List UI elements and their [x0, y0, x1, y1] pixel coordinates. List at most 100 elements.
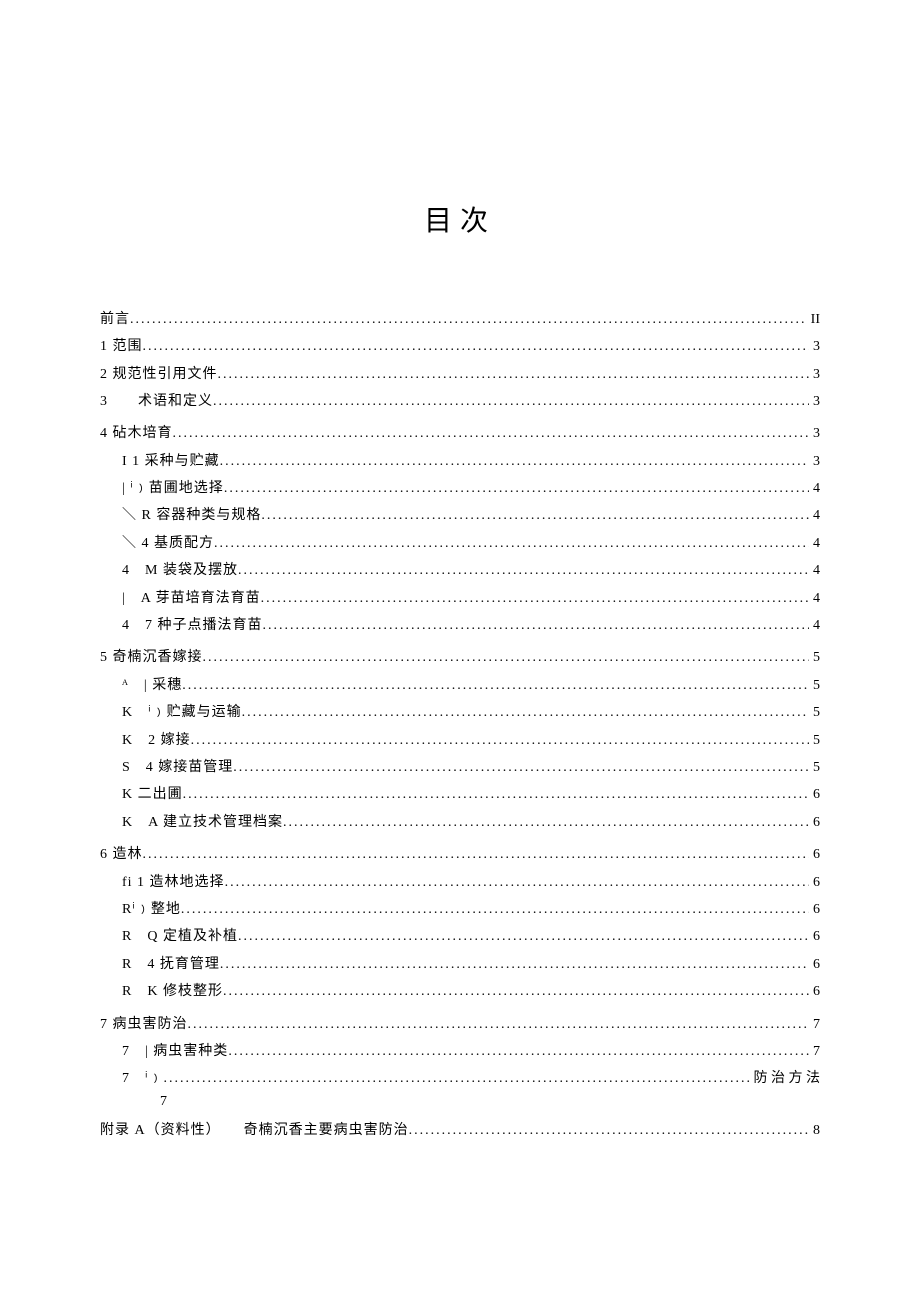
- toc-leader-dots: [183, 784, 809, 806]
- toc-entry: Rⁱ﹚整地 6: [100, 899, 820, 921]
- toc-page-number: 6: [809, 954, 820, 976]
- toc-label: K 二出圃: [122, 784, 183, 806]
- toc-leader-dots: [261, 505, 809, 527]
- toc-leader-dots: [191, 730, 809, 752]
- toc-leader-dots: [224, 478, 809, 500]
- toc-label: S 4 嫁接苗管理: [122, 757, 233, 779]
- toc-page-number: 6: [809, 844, 820, 866]
- toc-page-number: 8: [809, 1120, 820, 1142]
- toc-entry: 6 造林6: [100, 844, 820, 866]
- toc-page-number-below: 7: [100, 1094, 820, 1110]
- toc-leader-dots: [283, 812, 809, 834]
- toc-entry: R Q 定植及补植 6: [100, 926, 820, 948]
- toc-leader-dots: [182, 675, 809, 697]
- toc-label: R Q 定植及补植: [122, 926, 238, 948]
- toc-label: ＼ 4 基质配方: [122, 533, 214, 555]
- toc-label: K ⁱ﹚贮藏与运输: [122, 702, 242, 724]
- toc-label: 4 M 装袋及摆放: [122, 560, 238, 582]
- toc-label: | ⁱ﹚苗圃地选择: [122, 478, 224, 500]
- toc-label: Rⁱ﹚整地: [122, 899, 181, 921]
- toc-label: R 4 抚育管理: [122, 954, 220, 976]
- toc-page-number: 6: [809, 981, 820, 1003]
- toc-label: 4 7 种子点播法育苗: [122, 615, 263, 637]
- toc-entry: K A 建立技术管理档案6: [100, 812, 820, 834]
- toc-page-number: 3: [809, 364, 820, 386]
- toc-leader-dots: [225, 872, 809, 894]
- toc-page: 目次 前言 II 1 范围 3 2 规范性引用文件 3 3 术语和定义 3 4 砧木培育3 I 1…: [0, 0, 920, 1227]
- toc-label: 1 范围: [100, 336, 143, 358]
- toc-page-number: 3: [809, 336, 820, 358]
- toc-page-number: 5: [809, 647, 820, 669]
- toc-page-number: 6: [809, 812, 820, 834]
- toc-label: 7 病虫害防治: [100, 1014, 188, 1036]
- toc-page-number: 5: [809, 675, 820, 697]
- toc-page-number: 5: [809, 702, 820, 724]
- toc-label: 5 奇楠沉香嫁接: [100, 647, 203, 669]
- toc-label: 附录 A（资料性） 奇楠沉香主要病虫害防治: [100, 1120, 409, 1142]
- toc-page-number: 4: [809, 615, 820, 637]
- toc-page-number: 6: [809, 899, 820, 921]
- toc-page-number: 4: [809, 505, 820, 527]
- toc-entry: K 2 嫁接 5: [100, 730, 820, 752]
- toc-leader-dots: [203, 647, 810, 669]
- toc-page-number: 4: [809, 560, 820, 582]
- toc-entry: ᴬ | 采穗5: [100, 675, 820, 697]
- toc-entry: | ⁱ﹚苗圃地选择4: [100, 478, 820, 500]
- toc-entry: R K 修枝整形 6: [100, 981, 820, 1003]
- toc-label: 3 术语和定义: [100, 391, 213, 413]
- toc-page-number: 7: [809, 1014, 820, 1036]
- toc-leader-dots: [220, 451, 809, 473]
- toc-leader-dots: [220, 954, 809, 976]
- toc-page-number: 5: [809, 730, 820, 752]
- toc-label: K 2 嫁接: [122, 730, 191, 752]
- toc-leader-dots: [263, 615, 810, 637]
- toc-leader-dots: [143, 336, 810, 358]
- toc-leader-dots: [130, 309, 807, 331]
- toc-leader-dots: [242, 702, 809, 724]
- toc-entry: 4 砧木培育3: [100, 423, 820, 445]
- toc-page-number: 4: [809, 588, 820, 610]
- toc-leader-dots: [409, 1120, 809, 1142]
- toc-label: I 1 采种与贮藏: [122, 451, 220, 473]
- toc-page-number: 6: [809, 784, 820, 806]
- toc-label: | A 芽苗培育法育苗: [122, 588, 261, 610]
- toc-label: 7 ⁱ﹚: [122, 1068, 164, 1090]
- toc-entry: 前言 II: [100, 309, 820, 331]
- toc-leader-dots: [223, 981, 809, 1003]
- toc-label: 4 砧木培育: [100, 423, 173, 445]
- toc-leader-dots: [214, 533, 809, 555]
- toc-entry: fi 1 造林地选择6: [100, 872, 820, 894]
- toc-label: 前言: [100, 309, 130, 331]
- toc-page-number: II: [807, 309, 820, 331]
- toc-leader-dots: [238, 560, 809, 582]
- toc-page-number: 7: [809, 1041, 820, 1063]
- toc-leader-dots: [261, 588, 809, 610]
- toc-leader-dots: [188, 1014, 810, 1036]
- toc-page-number: 3: [809, 451, 820, 473]
- toc-entry: S 4 嫁接苗管理 5: [100, 757, 820, 779]
- toc-body: 前言 II 1 范围 3 2 规范性引用文件 3 3 术语和定义 3 4 砧木培育3 I 1 采种…: [100, 309, 820, 1142]
- toc-entry: 7 | 病虫害种类7: [100, 1041, 820, 1063]
- toc-leader-dots: [164, 1068, 750, 1090]
- toc-page-number: 5: [809, 757, 820, 779]
- toc-label: ＼ R 容器种类与规格: [122, 505, 261, 527]
- toc-title: 目次: [100, 199, 820, 239]
- toc-entry: 4 7 种子点播法育苗 4: [100, 615, 820, 637]
- toc-entry: 7 ⁱ﹚防 治 方 法: [100, 1068, 820, 1090]
- toc-label: R K 修枝整形: [122, 981, 223, 1003]
- toc-entry: K 二出圃 6: [100, 784, 820, 806]
- toc-entry: | A 芽苗培育法育苗 4: [100, 588, 820, 610]
- toc-label: 2 规范性引用文件: [100, 364, 218, 386]
- toc-entry: ＼ R 容器种类与规格 4: [100, 505, 820, 527]
- toc-leader-dots: [181, 899, 809, 921]
- toc-leader-dots: [228, 1041, 809, 1063]
- toc-leader-dots: [233, 757, 809, 779]
- toc-entry: 5 奇楠沉香嫁接 5: [100, 647, 820, 669]
- toc-entry: ＼ 4 基质配方4: [100, 533, 820, 555]
- toc-entry: 7 病虫害防治 7: [100, 1014, 820, 1036]
- toc-leader-dots: [143, 844, 810, 866]
- toc-page-number: 6: [809, 926, 820, 948]
- toc-entry: 附录 A（资料性） 奇楠沉香主要病虫害防治 8: [100, 1120, 820, 1142]
- toc-entry: 1 范围 3: [100, 336, 820, 358]
- toc-entry: R 4 抚育管理 6: [100, 954, 820, 976]
